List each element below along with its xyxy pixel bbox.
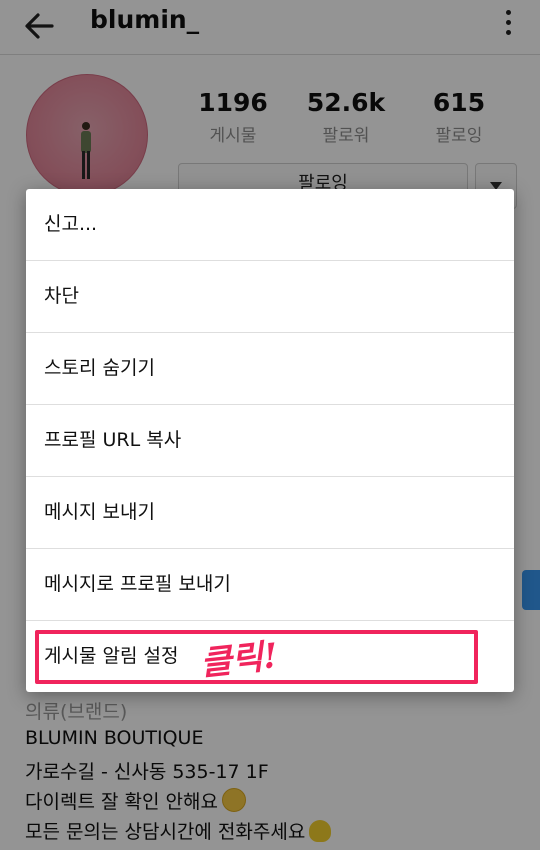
options-menu-dialog: 신고... 차단 스토리 숨기기 프로필 URL 복사 메시지 보내기 메시지로… xyxy=(26,189,514,692)
menu-item-label: 프로필 URL 복사 xyxy=(44,429,182,451)
click-annotation: 클릭! xyxy=(198,636,280,684)
menu-item-copy-profile-url[interactable]: 프로필 URL 복사 xyxy=(26,405,514,477)
menu-item-label: 신고... xyxy=(44,213,98,235)
menu-item-block[interactable]: 차단 xyxy=(26,261,514,333)
menu-item-label: 메시지로 프로필 보내기 xyxy=(44,573,231,595)
menu-item-label: 차단 xyxy=(44,285,79,307)
menu-item-send-message[interactable]: 메시지 보내기 xyxy=(26,477,514,549)
menu-item-report[interactable]: 신고... xyxy=(26,189,514,261)
menu-item-share-profile[interactable]: 메시지로 프로필 보내기 xyxy=(26,549,514,621)
menu-item-hide-story[interactable]: 스토리 숨기기 xyxy=(26,333,514,405)
menu-item-label: 메시지 보내기 xyxy=(44,501,155,523)
menu-item-label: 스토리 숨기기 xyxy=(44,357,155,379)
